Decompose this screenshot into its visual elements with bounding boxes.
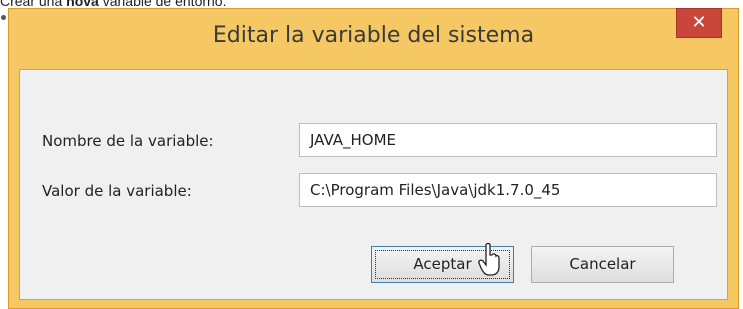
- close-button[interactable]: ✕: [676, 8, 722, 38]
- title-bar[interactable]: Editar la variable del sistema ✕: [9, 8, 738, 69]
- edit-variable-dialog: Editar la variable del sistema ✕ Nombre …: [8, 8, 739, 309]
- dialog-body: Nombre de la variable: JAVA_HOME Valor d…: [19, 69, 728, 300]
- bullet-icon: [1, 15, 6, 20]
- dialog-title: Editar la variable del sistema: [212, 23, 535, 48]
- variable-value-field[interactable]: C:\Program Files\Java\jdk1.7.0_45: [299, 173, 717, 207]
- mouse-pointer-icon: [478, 243, 500, 276]
- variable-name-field[interactable]: JAVA_HOME: [299, 123, 717, 157]
- cancel-button-label: Cancelar: [569, 255, 636, 273]
- cancel-button[interactable]: Cancelar: [531, 246, 674, 283]
- close-icon: ✕: [691, 12, 707, 33]
- variable-value-label: Valor de la variable:: [42, 182, 192, 200]
- variable-name-label: Nombre de la variable:: [42, 132, 214, 150]
